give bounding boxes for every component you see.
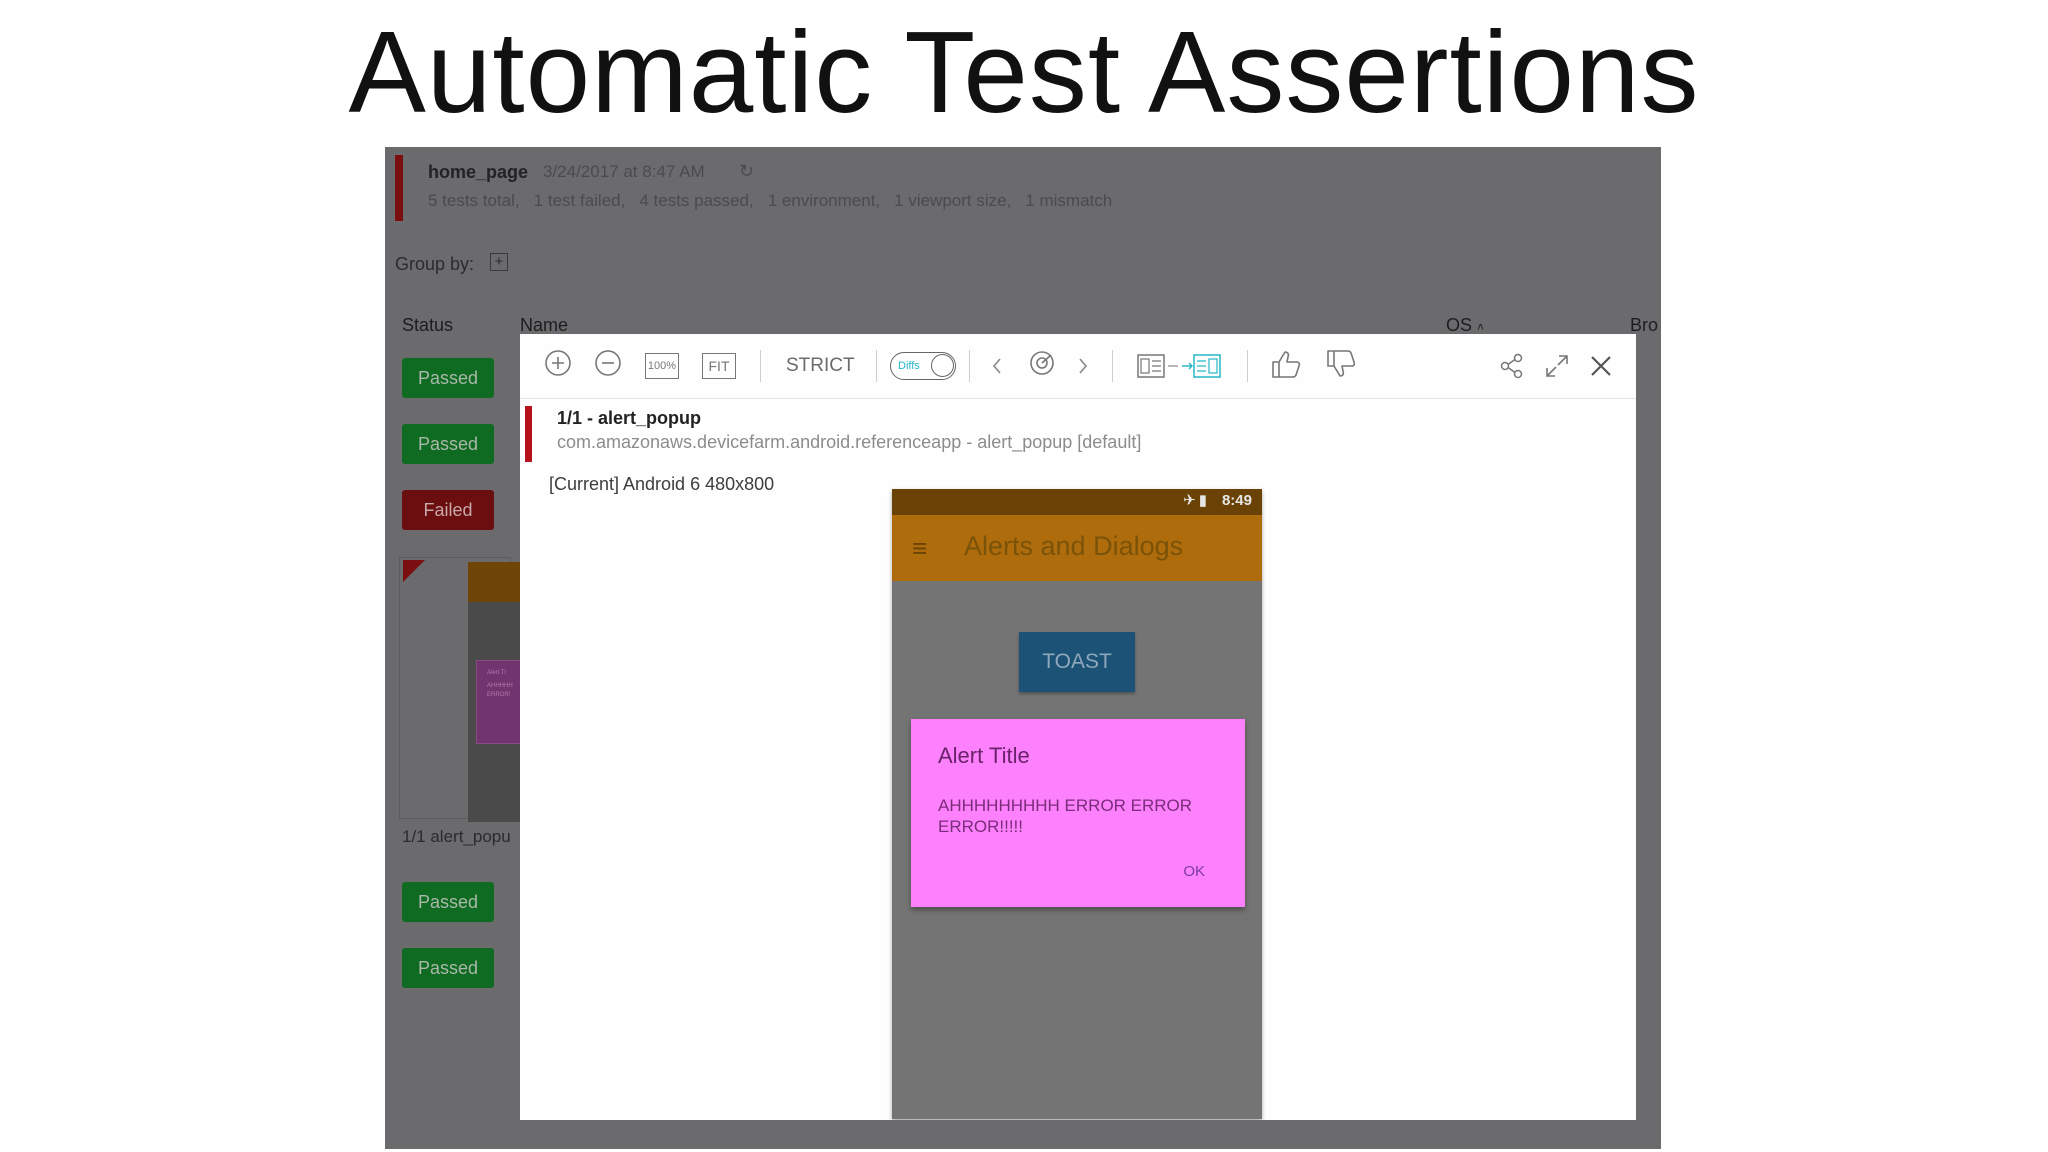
thumbnail-alert-title: Alert Ti [487, 670, 506, 676]
device-screenshot: ✈▮ 8:49 ≡ Alerts and Dialogs TOAST Alert… [892, 489, 1262, 1119]
batch-summary: 5 tests total, 1 test failed, 4 tests pass… [428, 191, 1126, 211]
diffs-toggle-label: Diffs [898, 360, 920, 372]
sort-asc-icon: ˄ [1477, 320, 1485, 334]
toolbar-divider [876, 350, 877, 382]
toolbar-divider [1112, 350, 1113, 382]
step-thumbnail-label: 1/1 alert_popu [402, 827, 511, 846]
batch-name[interactable]: home_page [428, 162, 528, 183]
status-icons: ✈▮ [1183, 492, 1210, 509]
expand-icon[interactable] [1543, 352, 1571, 380]
status-badge-passed[interactable]: Passed [402, 358, 494, 398]
summary-mismatch: 1 mismatch [1025, 191, 1113, 210]
toolbar-divider [969, 350, 970, 382]
toggle-knob [931, 354, 954, 377]
alert-dialog: Alert Title AHHHHHHHHH ERROR ERROR ERROR… [911, 719, 1245, 907]
menu-icon: ≡ [912, 533, 928, 563]
status-badge-passed[interactable]: Passed [402, 424, 494, 464]
status-badge-passed[interactable]: Passed [402, 882, 494, 922]
column-header-name[interactable]: Name [520, 315, 568, 336]
summary-viewports: 1 viewport size, [894, 191, 1012, 210]
phone-status-bar: ✈▮ 8:49 [892, 489, 1262, 515]
close-icon[interactable] [1586, 351, 1616, 381]
step-viewer-dialog: 100% FIT STRICT Diffs 1/1 - alert_popup … [520, 334, 1636, 1120]
toolbar-divider [760, 350, 761, 382]
thumbnail-alert-line: ERROR! [487, 692, 511, 698]
group-by-label: Group by: [395, 254, 475, 274]
share-icon[interactable] [1498, 352, 1526, 380]
environment-label: [Current] Android 6 480x800 [549, 474, 775, 494]
chevron-left-icon[interactable] [990, 356, 1004, 376]
step-subtitle: com.amazonaws.devicefarm.android.referen… [557, 432, 1142, 452]
toolbar-divider [1247, 350, 1248, 382]
step-status-marker [525, 406, 532, 462]
zoom-in-icon[interactable] [543, 348, 573, 378]
summary-total: 5 tests total, [428, 191, 520, 210]
batch-status-marker [395, 155, 403, 221]
match-level-strict[interactable]: STRICT [786, 350, 855, 382]
summary-passed: 4 tests passed, [639, 191, 754, 210]
phone-app-title: Alerts and Dialogs [964, 531, 1184, 561]
slide-title: Automatic Test Assertions [348, 7, 1700, 137]
target-icon[interactable] [1027, 348, 1057, 378]
batch-date: 3/24/2017 at 8:47 AM [543, 162, 705, 181]
failed-flag-icon [403, 560, 425, 582]
phone-clock: 8:49 [1221, 492, 1252, 509]
zoom-out-icon[interactable] [593, 348, 623, 378]
column-header-os[interactable]: OS ˄ [1446, 315, 1484, 336]
alert-ok-button: OK [1183, 863, 1205, 880]
group-by-add-button[interactable]: + [490, 253, 508, 271]
refresh-icon[interactable]: ↻ [739, 161, 754, 182]
compare-layout-icon[interactable] [1137, 352, 1223, 380]
summary-environments: 1 environment, [767, 191, 881, 210]
chevron-right-icon[interactable] [1076, 356, 1090, 376]
thumbs-down-icon[interactable] [1325, 348, 1359, 380]
viewer-toolbar: 100% FIT STRICT Diffs [520, 334, 1636, 399]
column-header-os-label: OS [1446, 315, 1473, 335]
alert-title: Alert Title [938, 743, 1030, 768]
summary-failed: 1 test failed, [533, 191, 626, 210]
status-badge-failed[interactable]: Failed [402, 490, 494, 530]
toast-button: TOAST [1019, 632, 1135, 692]
thumbnail-alert-line: AHHHHH [487, 683, 513, 689]
step-title: 1/1 - alert_popup [557, 408, 702, 428]
diffs-toggle[interactable]: Diffs [890, 352, 956, 380]
fit-button[interactable]: FIT [702, 353, 736, 379]
column-header-status[interactable]: Status [402, 315, 453, 336]
zoom-100-button[interactable]: 100% [645, 353, 679, 379]
step-thumbnail[interactable]: Alert Ti AHHHHH ERROR! [468, 562, 524, 822]
phone-app-bar: ≡ Alerts and Dialogs [892, 515, 1262, 581]
thumbnail-alert: Alert Ti AHHHHH ERROR! [476, 660, 524, 744]
thumbs-up-icon[interactable] [1270, 348, 1304, 380]
column-header-browser[interactable]: Bro [1630, 315, 1658, 336]
alert-message: AHHHHHHHHH ERROR ERROR ERROR!!!!! [938, 796, 1193, 836]
status-badge-passed[interactable]: Passed [402, 948, 494, 988]
